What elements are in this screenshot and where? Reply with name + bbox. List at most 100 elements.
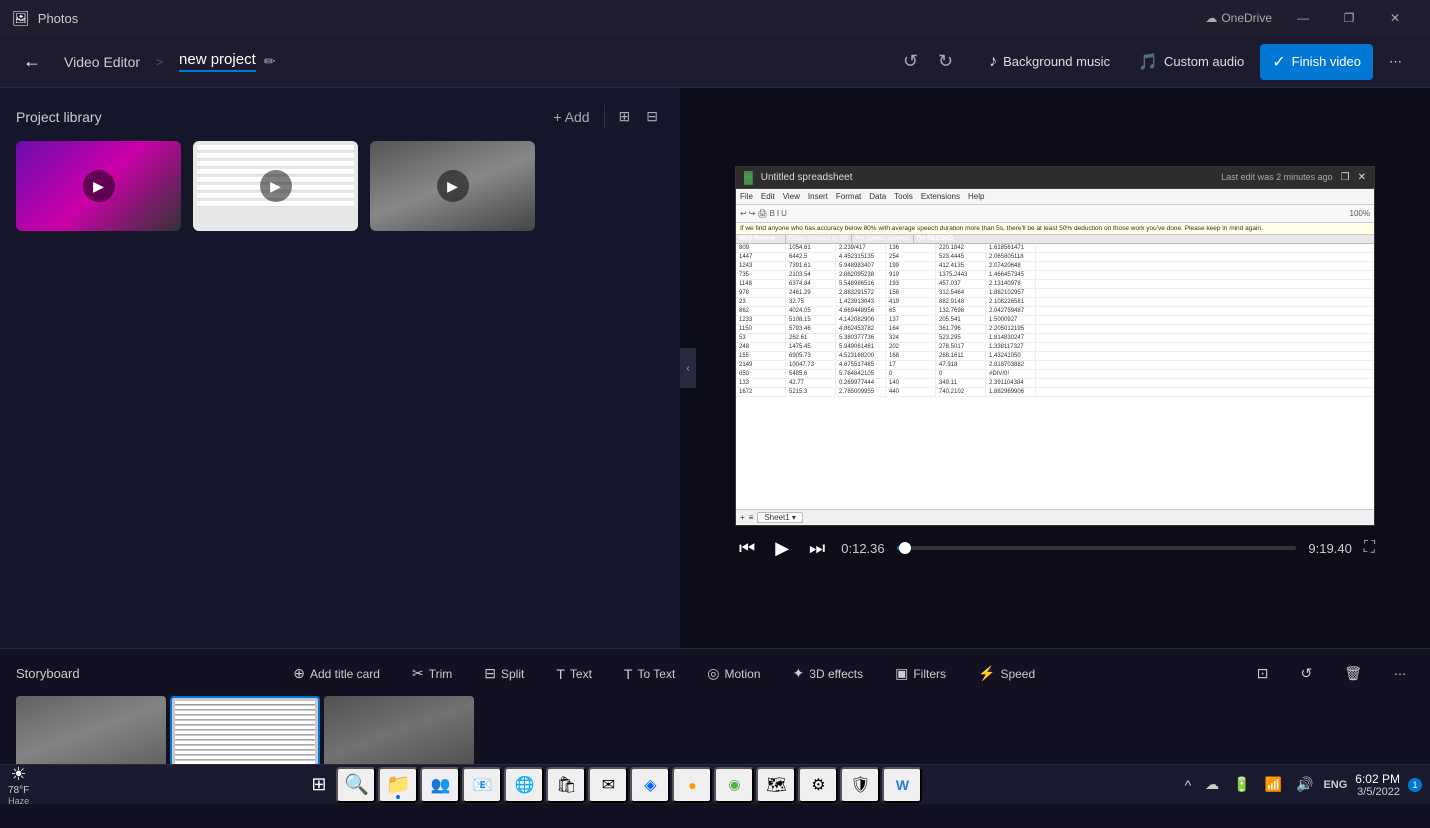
finish-video-button[interactable]: ✓ Finish video: [1260, 44, 1373, 80]
ss-data-row: 12437391.615.948983407199412.41352.07420…: [736, 262, 1374, 271]
more-options-button[interactable]: ⋯: [1377, 44, 1414, 80]
ss-data-row: 0505485.65.76484210500#DIV/0!: [736, 370, 1374, 379]
shield-app[interactable]: 🛡: [840, 767, 880, 803]
title-bar-app-name: Photos: [38, 11, 78, 26]
bg-music-button[interactable]: ♪ Background music: [977, 44, 1122, 80]
battery-icon[interactable]: 🔋: [1229, 774, 1254, 795]
notification-badge[interactable]: 1: [1408, 778, 1422, 792]
edge-app[interactable]: 🌐: [504, 767, 544, 803]
filters-button[interactable]: ▣ Filters: [887, 661, 954, 686]
app1[interactable]: ●: [672, 767, 712, 803]
collapse-panel-button[interactable]: ‹: [680, 348, 696, 388]
crop-icon: ⊡: [1257, 665, 1269, 682]
weather-widget[interactable]: ☀ 78°F Haze: [8, 764, 29, 806]
ss-menu-bar: FileEditViewInsertFormatDataToolsExtensi…: [736, 189, 1374, 205]
ss-title: Untitled spreadsheet: [761, 172, 853, 183]
ss-col-headers: MOd Record Cases checked by QA Per speec…: [736, 235, 1374, 244]
mail-app[interactable]: 📧: [462, 767, 502, 803]
custom-audio-button[interactable]: 🎵 Custom audio: [1126, 44, 1256, 80]
back-button[interactable]: ←: [16, 46, 48, 78]
close-button[interactable]: ✕: [1372, 0, 1418, 36]
progress-handle[interactable]: [899, 542, 911, 554]
ss-data-row: 16725215.32.785009955440740.21021.882969…: [736, 388, 1374, 397]
media-item[interactable]: ▶: [370, 141, 535, 231]
mail2-app[interactable]: ✉: [588, 767, 628, 803]
system-tray: ^ ☁ 🔋 📶 🔊 ENG: [1181, 774, 1348, 795]
rotate-button[interactable]: ↺: [1292, 661, 1320, 686]
skip-back-button[interactable]: ⏮: [735, 534, 759, 563]
ss-data-row: 214910047.734.6755174851747.9182.8187038…: [736, 361, 1374, 370]
ss-data-row: 1556905.734.523168200168268.16111.432410…: [736, 352, 1374, 361]
delete-button[interactable]: 🗑: [1336, 661, 1370, 686]
taskbar-left: ☀ 78°F Haze: [8, 764, 37, 806]
progress-bar[interactable]: [897, 546, 1297, 550]
progress-container[interactable]: [897, 546, 1297, 550]
ss-data-row: 8091054.612.239/417136220.18421.61856147…: [736, 244, 1374, 253]
teams-app[interactable]: 👥: [420, 767, 460, 803]
add-media-button[interactable]: + Add: [547, 105, 595, 129]
video-controls: ⏮ ▶ ⏭ 0:12.36 9:19.40 ⛶: [735, 526, 1375, 571]
app2[interactable]: ◉: [714, 767, 754, 803]
separator: [604, 105, 605, 129]
start-button[interactable]: ⊞: [303, 767, 334, 803]
crop-button[interactable]: ⊡: [1249, 661, 1277, 686]
play-button[interactable]: ▶: [771, 534, 793, 563]
taskbar-apps: ⊞ 🔍 📁 👥 📧 🌐 🛍 ✉ ◈ ● ◉ 🗺 ⚙ 🛡 W: [49, 767, 1176, 803]
store-app[interactable]: 🛍: [546, 767, 586, 803]
add-title-card-button[interactable]: ⊕ Add title card: [285, 661, 388, 686]
volume-icon[interactable]: 🔊: [1292, 774, 1317, 795]
sheet-tab-1[interactable]: Sheet1 ▾: [757, 512, 803, 523]
language-indicator: ENG: [1323, 779, 1347, 791]
grid-view-2-button[interactable]: ⊟: [640, 104, 664, 129]
spreadsheet-display: ▓ Untitled spreadsheet Last edit was 2 m…: [736, 167, 1374, 525]
to-text-button[interactable]: T To Text: [616, 662, 683, 686]
settings-app[interactable]: ⚙: [798, 767, 838, 803]
trim-button[interactable]: ✂ Trim: [404, 661, 460, 686]
play-overlay: ▶: [260, 170, 292, 202]
play-overlay: ▶: [83, 170, 115, 202]
search-app[interactable]: 🔍: [336, 767, 376, 803]
fullscreen-button[interactable]: ⛶: [1364, 539, 1375, 557]
edit-title-icon[interactable]: ✏: [264, 53, 276, 70]
dropbox-app[interactable]: ◈: [630, 767, 670, 803]
media-item[interactable]: ▶: [16, 141, 181, 231]
skip-forward-button[interactable]: ⏭: [805, 534, 829, 563]
project-title[interactable]: new project: [179, 51, 256, 72]
ss-close: ✕: [1358, 172, 1366, 183]
ss-data-row: 9782461.292.883291572158312.54641.882102…: [736, 289, 1374, 298]
maximize-button[interactable]: ❐: [1326, 0, 1372, 36]
media-grid: ▶ ▶ ▶: [16, 141, 664, 231]
undo-button[interactable]: ↺: [895, 47, 926, 76]
motion-button[interactable]: ◎ Motion: [699, 661, 768, 686]
maps-app[interactable]: 🗺: [756, 767, 796, 803]
show-hidden-icons[interactable]: ^: [1181, 775, 1196, 795]
taskbar-time[interactable]: 6:02 PM 3/5/2022: [1355, 772, 1400, 798]
library-title: Project library: [16, 109, 102, 125]
grid-view-1-button[interactable]: ⊞: [613, 104, 637, 129]
ss-data-row: 14476442.54.452315135254523.44452.065805…: [736, 253, 1374, 262]
network-icon[interactable]: 📶: [1261, 774, 1286, 795]
ss-data-row: 53262.615.380377736324523.2951.814830247: [736, 334, 1374, 343]
onedrive-tray[interactable]: ☁: [1201, 774, 1223, 795]
onedrive-label: ☁ OneDrive: [1205, 11, 1272, 25]
media-item[interactable]: ▶: [193, 141, 358, 231]
filters-icon: ▣: [895, 665, 908, 682]
ss-data-area: MOd Record Cases checked by QA Per speec…: [736, 235, 1374, 509]
more-storyboard-button[interactable]: ⋯: [1386, 663, 1414, 685]
weather-icon: ☀: [11, 764, 27, 785]
text-button[interactable]: T Text: [548, 662, 600, 686]
word-app[interactable]: W: [882, 767, 922, 803]
delete-icon: 🗑: [1344, 665, 1362, 682]
minimize-button[interactable]: —: [1280, 0, 1326, 36]
weather-desc: Haze: [8, 796, 29, 806]
ss-sheet-tabs: + ≡ Sheet1 ▾: [736, 509, 1374, 525]
right-panel: ▓ Untitled spreadsheet Last edit was 2 m…: [680, 88, 1430, 648]
play-overlay: ▶: [437, 170, 469, 202]
project-title-container: new project ✏: [179, 51, 275, 72]
redo-button[interactable]: ↻: [930, 47, 961, 76]
ss-data-row: 11505793.464.862453782164361.7962.205012…: [736, 325, 1374, 334]
3d-effects-button[interactable]: ✦ 3D effects: [785, 661, 872, 686]
file-explorer-app[interactable]: 📁: [378, 767, 418, 803]
split-button[interactable]: ⊟ Split: [476, 661, 532, 686]
speed-button[interactable]: ⚡ Speed: [970, 661, 1043, 686]
